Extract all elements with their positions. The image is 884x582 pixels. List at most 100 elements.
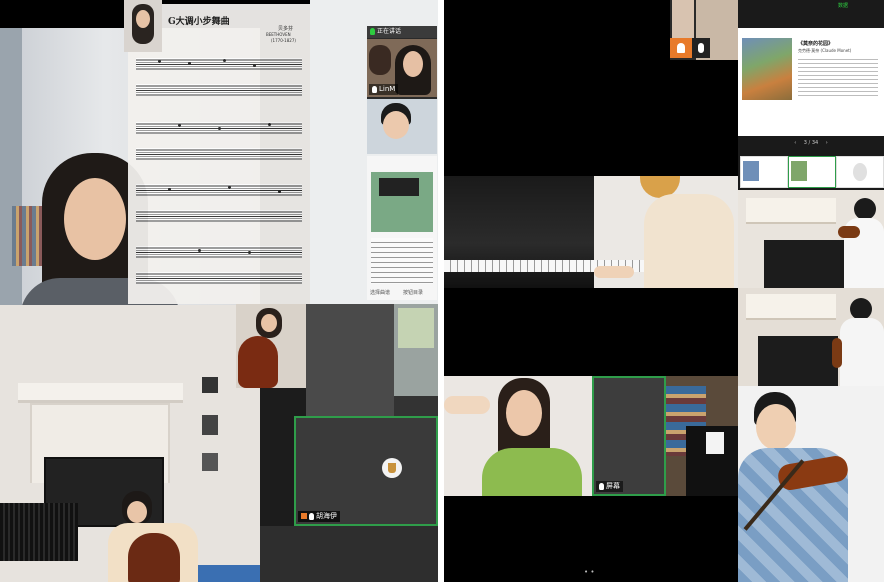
staff-line xyxy=(136,148,302,160)
picture-frame xyxy=(202,415,218,435)
green-shirt-girl-tile[interactable] xyxy=(444,376,592,496)
boy-violinist-tile[interactable] xyxy=(738,386,884,582)
sheet-thumb xyxy=(371,238,433,284)
note xyxy=(253,64,256,67)
microphone-icon xyxy=(370,28,375,35)
user-icon xyxy=(677,43,685,53)
violinist-hair xyxy=(854,198,876,220)
note xyxy=(278,190,281,193)
participant-name-label: 屏幕 xyxy=(596,481,623,492)
note xyxy=(248,251,251,254)
note xyxy=(198,249,201,252)
violin xyxy=(838,226,860,238)
violin xyxy=(832,338,842,368)
piano-video-tile[interactable] xyxy=(444,176,738,288)
sheet-music-title: G大调小步舞曲 xyxy=(168,17,230,27)
screen-share-tile[interactable]: 屏幕 xyxy=(592,376,666,496)
participant-name-label: 胡海伊 xyxy=(298,511,340,522)
green-shirt xyxy=(482,448,582,496)
top-video-face xyxy=(672,0,694,38)
dark-furniture xyxy=(394,396,438,416)
sheet-music-composer-en: BEETHOVEN xyxy=(266,32,291,37)
slide-page: 《莫奈的花园》 克劳德·莫奈 (Claude Monet) xyxy=(738,28,884,136)
blue-box xyxy=(198,565,260,582)
staff-line xyxy=(136,246,302,258)
shelf xyxy=(746,294,836,320)
self-view-face xyxy=(136,10,150,28)
dark-video-tile-small[interactable] xyxy=(394,304,438,416)
thumbnail-strip[interactable]: 选择曲谱 按钮目录 xyxy=(367,156,437,300)
note xyxy=(188,62,191,65)
piano-shape xyxy=(379,178,419,196)
participant-video-boy[interactable] xyxy=(367,99,437,154)
staff-line xyxy=(136,210,302,222)
note xyxy=(268,123,271,126)
active-speaker-tile[interactable]: 胡海伊 xyxy=(294,416,438,526)
slide-page-controls: ‹ 3 / 34 › xyxy=(738,138,884,148)
slide-title: 《莫奈的花园》 xyxy=(798,41,834,47)
user-icon xyxy=(301,513,307,519)
top-small-video[interactable] xyxy=(670,0,738,60)
slide-thumbnail[interactable] xyxy=(836,156,884,188)
note xyxy=(218,127,221,130)
room-video-tile[interactable] xyxy=(0,305,260,582)
microphone-icon xyxy=(698,43,704,53)
thumb-image xyxy=(791,161,807,181)
sheet-music-years: (1770-1827) xyxy=(271,38,296,43)
thumb-footer-left[interactable]: 选择曲谱 xyxy=(370,289,390,296)
pagination-dots[interactable]: • • xyxy=(584,568,594,576)
participant-video-linm[interactable]: LinM xyxy=(367,39,437,97)
note xyxy=(178,124,181,127)
prev-page-icon[interactable]: ‹ xyxy=(794,140,796,146)
sheet-music-composer: 贝多芬 xyxy=(278,26,294,32)
piano-book-thumb xyxy=(371,172,433,232)
note xyxy=(223,59,226,62)
violin-room-tile[interactable] xyxy=(738,190,884,288)
violinist-hair xyxy=(850,298,872,320)
microphone-icon xyxy=(309,512,314,520)
participant-name-label: LinM xyxy=(369,84,399,95)
slide-body-text xyxy=(798,56,878,96)
microphone-icon xyxy=(372,85,377,93)
piano-room-tile[interactable] xyxy=(666,376,738,496)
speaker-header-text: 正在讲话 xyxy=(377,28,402,35)
cello-teacher-tile[interactable] xyxy=(236,304,306,388)
violin-room-tile-2[interactable] xyxy=(738,288,884,386)
cello xyxy=(128,533,180,582)
right-panel: 数据 《莫奈的花园》 克劳德·莫奈 (Claude Monet) ‹ 3 / 3… xyxy=(444,0,884,582)
girl-face xyxy=(506,390,542,436)
thumb-footer-right[interactable]: 按钮目录 xyxy=(403,289,423,296)
cup-avatar xyxy=(382,458,402,478)
user-button[interactable] xyxy=(670,38,692,58)
violinist-body xyxy=(840,318,884,386)
slide-page-indicator: 3 / 34 xyxy=(803,140,819,146)
speaker-panel[interactable]: 正在讲话 LinM xyxy=(367,26,437,154)
player-hand xyxy=(594,266,634,278)
microphone-button[interactable] xyxy=(692,38,710,58)
staff-line xyxy=(136,58,302,70)
note xyxy=(228,186,231,189)
thumb-image xyxy=(743,161,759,181)
piano-upright xyxy=(758,336,838,386)
cello-girl-face xyxy=(127,501,147,523)
raised-arm xyxy=(444,396,490,414)
piano-upright xyxy=(764,240,854,288)
music-stand xyxy=(0,503,78,561)
boy-face xyxy=(383,111,409,139)
self-view-tile[interactable] xyxy=(124,0,162,52)
black-gap xyxy=(444,288,738,376)
next-page-icon[interactable]: › xyxy=(826,140,828,146)
left-panel: G大调小步舞曲 贝多芬 BEETHOVEN (1770-1827) 正在讲话 L… xyxy=(0,0,438,582)
participant-face xyxy=(403,51,423,77)
sheet-on-piano xyxy=(706,432,724,454)
slide-share-panel[interactable]: 数据 《莫奈的花园》 克劳德·莫奈 (Claude Monet) ‹ 3 / 3… xyxy=(738,0,884,190)
player-body xyxy=(644,194,734,288)
slide-thumbnail[interactable] xyxy=(740,156,788,188)
slide-thumbnail[interactable] xyxy=(788,156,836,188)
green-plant xyxy=(398,308,434,348)
shelf xyxy=(746,198,836,224)
staff-line xyxy=(136,84,302,96)
girl-face xyxy=(64,178,126,260)
picture-frame xyxy=(202,453,218,471)
slide-subtitle: 克劳德·莫奈 (Claude Monet) xyxy=(798,48,852,53)
